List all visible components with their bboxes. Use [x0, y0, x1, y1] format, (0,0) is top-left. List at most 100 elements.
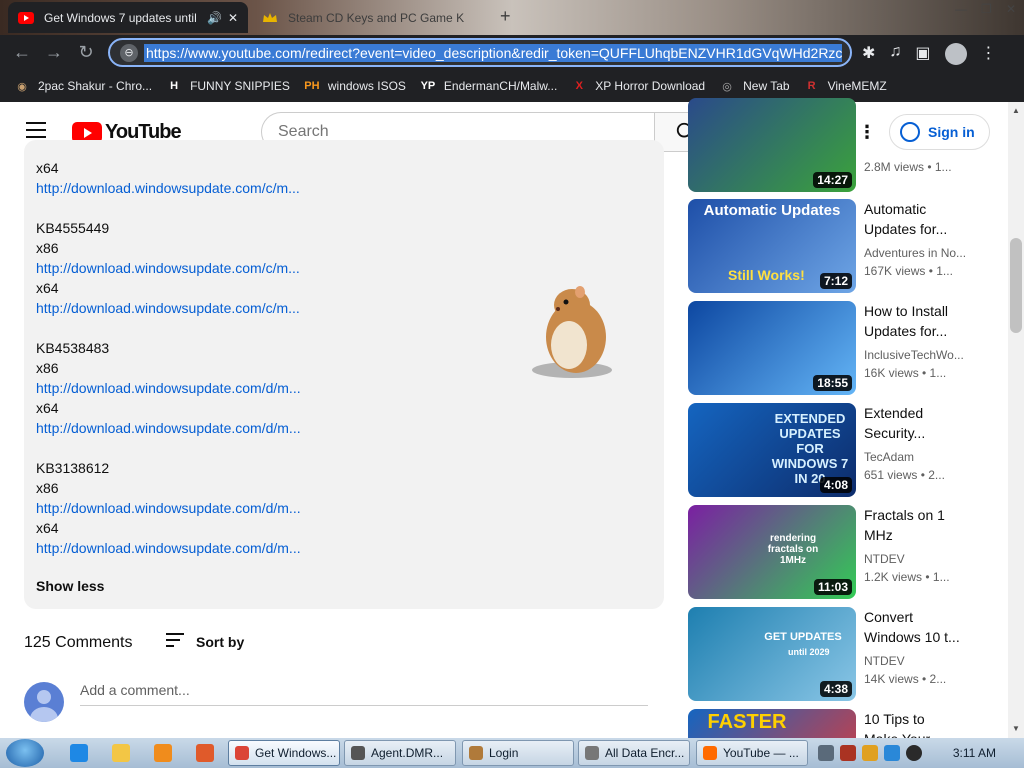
- internet-explorer-icon[interactable]: [70, 744, 88, 762]
- bookmark-item[interactable]: ◎ New Tab: [719, 78, 789, 94]
- tab-title: Get Windows 7 updates until: [44, 10, 197, 25]
- start-button[interactable]: [6, 739, 44, 767]
- scroll-up-icon[interactable]: ▲: [1012, 106, 1020, 115]
- video-channel: TecAdam: [864, 450, 915, 464]
- tray-display-icon[interactable]: [884, 745, 900, 761]
- profile-icon[interactable]: [944, 43, 967, 65]
- scrollbar-thumb[interactable]: [1010, 238, 1022, 333]
- window-close-icon[interactable]: ✕: [1006, 2, 1016, 16]
- video-title-line2[interactable]: MHz: [864, 525, 994, 545]
- description-text: KB3138612: [36, 460, 110, 476]
- video-thumbnail[interactable]: 14:27: [688, 98, 856, 192]
- user-avatar: [24, 682, 64, 722]
- toolbar-icons: ✱ ♫ ▣ ⋮: [862, 43, 997, 65]
- reload-icon[interactable]: ↻: [70, 42, 102, 63]
- yp-icon: YP: [420, 80, 436, 92]
- 2pac-icon: ◉: [17, 80, 27, 93]
- video-title-line2[interactable]: Updates for...: [864, 219, 994, 239]
- sort-icon: [166, 633, 186, 651]
- bookmark-label: FUNNY SNIPPIES: [190, 79, 290, 93]
- video-thumbnail[interactable]: GET UPDATES until 2029 4:38: [688, 607, 856, 701]
- task-app-icon: [703, 746, 717, 760]
- tab-youtube[interactable]: Get Windows 7 updates until 🔊 ✕: [8, 2, 248, 33]
- settings-menu-icon[interactable]: ⋮: [858, 122, 876, 143]
- description-link[interactable]: http://download.windowsupdate.com/c/m...: [36, 260, 300, 276]
- new-tab-icon[interactable]: +: [500, 6, 511, 27]
- description-link[interactable]: http://download.windowsupdate.com/d/m...: [36, 500, 301, 516]
- media-player-icon[interactable]: [154, 744, 172, 762]
- paint-icon[interactable]: [196, 744, 214, 762]
- ph-icon: PH: [304, 80, 320, 92]
- video-description: x64 http://download.windowsupdate.com/c/m…: [24, 140, 664, 609]
- video-thumbnail[interactable]: rendering fractals on 1MHz 11:03: [688, 505, 856, 599]
- tray-speaker-icon[interactable]: [906, 745, 922, 761]
- task-label: Get Windows...: [255, 746, 337, 760]
- maximize-icon[interactable]: ❐: [981, 2, 992, 16]
- x-icon: X: [575, 80, 583, 92]
- add-comment-input[interactable]: Add a comment...: [80, 682, 648, 706]
- video-thumbnail[interactable]: 18:55: [688, 301, 856, 395]
- video-thumbnail[interactable]: Automatic Updates Still Works! 7:12: [688, 199, 856, 293]
- taskbar-task[interactable]: Login: [462, 740, 574, 766]
- bookmark-item[interactable]: X XP Horror Download: [571, 78, 706, 94]
- tray-search-icon[interactable]: [862, 745, 878, 761]
- forward-icon[interactable]: →: [38, 42, 70, 63]
- tray-tool-icon[interactable]: [840, 745, 856, 761]
- extensions-icon[interactable]: ✱: [862, 43, 875, 65]
- taskbar-task[interactable]: Get Windows...: [228, 740, 340, 766]
- taskbar-task[interactable]: All Data Encr...: [578, 740, 690, 766]
- description-link[interactable]: http://download.windowsupdate.com/d/m...: [36, 380, 301, 396]
- description-link[interactable]: http://download.windowsupdate.com/c/m...: [36, 180, 300, 196]
- video-title[interactable]: Fractals on 1: [864, 505, 994, 525]
- bookmark-item[interactable]: ◉ 2pac Shakur - Chro...: [14, 78, 152, 94]
- speaker-icon[interactable]: 🔊: [207, 11, 222, 25]
- video-views: 14K views • 2...: [864, 672, 947, 686]
- bookmark-item[interactable]: PH windows ISOS: [304, 78, 406, 94]
- video-title[interactable]: How to Install: [864, 301, 994, 321]
- sort-by-label: Sort by: [196, 634, 245, 650]
- url-text[interactable]: https://www.youtube.com/redirect?event=v…: [144, 43, 842, 62]
- video-duration: 18:55: [813, 375, 852, 391]
- minimize-icon[interactable]: —: [955, 2, 967, 16]
- address-bar[interactable]: ⊖ https://www.youtube.com/redirect?event…: [108, 38, 852, 67]
- video-thumbnail[interactable]: EXTENDED UPDATES FOR WINDOWS 7 IN 20 4:08: [688, 403, 856, 497]
- task-app-icon: [585, 746, 599, 760]
- tab-close-icon[interactable]: ✕: [228, 11, 238, 25]
- video-title[interactable]: Convert: [864, 607, 994, 627]
- bookmark-item[interactable]: YP EndermanCH/Malw...: [420, 78, 558, 94]
- sign-in-button[interactable]: Sign in: [889, 114, 990, 150]
- sort-by-button[interactable]: Sort by: [166, 633, 244, 651]
- video-views: 16K views • 1...: [864, 366, 947, 380]
- tab-steam[interactable]: Steam CD Keys and PC Game K: [252, 2, 492, 33]
- file-explorer-icon[interactable]: [112, 744, 130, 762]
- video-title[interactable]: Automatic: [864, 199, 994, 219]
- thumbnail-caption: rendering fractals on 1MHz: [767, 533, 819, 566]
- taskbar-clock[interactable]: 3:11 AM: [953, 746, 996, 760]
- description-link[interactable]: http://download.windowsupdate.com/c/m...: [36, 300, 300, 316]
- bookmark-item[interactable]: R VineMEMZ: [804, 78, 887, 94]
- task-label: Agent.DMR...: [371, 746, 444, 760]
- back-icon[interactable]: ←: [6, 42, 38, 63]
- side-panel-icon[interactable]: ▣: [915, 43, 930, 65]
- scroll-down-icon[interactable]: ▼: [1012, 724, 1020, 733]
- bookmark-item[interactable]: H FUNNY SNIPPIES: [166, 78, 290, 94]
- task-label: Login: [489, 746, 519, 760]
- show-less-button[interactable]: Show less: [36, 578, 104, 594]
- video-duration: 7:12: [819, 273, 852, 289]
- description-link[interactable]: http://download.windowsupdate.com/d/m...: [36, 540, 301, 556]
- site-info-icon[interactable]: ⊖: [120, 43, 138, 62]
- page-scrollbar[interactable]: ▲ ▼: [1008, 102, 1024, 738]
- description-link[interactable]: http://download.windowsupdate.com/d/m...: [36, 420, 301, 436]
- thumbnail-caption: EXTENDED UPDATES FOR WINDOWS 7 IN 20: [771, 411, 849, 486]
- browser-toolbar: ← → ↻ ⊖ https://www.youtube.com/redirect…: [0, 35, 1024, 70]
- media-control-icon[interactable]: ♫: [889, 43, 901, 65]
- video-title-line2[interactable]: Windows 10 t...: [864, 627, 994, 647]
- video-title-line2[interactable]: Updates for...: [864, 321, 994, 341]
- tray-app-icon[interactable]: [818, 745, 834, 761]
- taskbar-task[interactable]: YouTube — ...: [696, 740, 808, 766]
- video-title-line2[interactable]: Security...: [864, 423, 994, 443]
- browser-menu-icon[interactable]: ⋮: [981, 43, 997, 65]
- video-title[interactable]: Extended: [864, 403, 994, 423]
- taskbar-task[interactable]: Agent.DMR...: [344, 740, 456, 766]
- video-title[interactable]: 10 Tips to: [864, 709, 994, 729]
